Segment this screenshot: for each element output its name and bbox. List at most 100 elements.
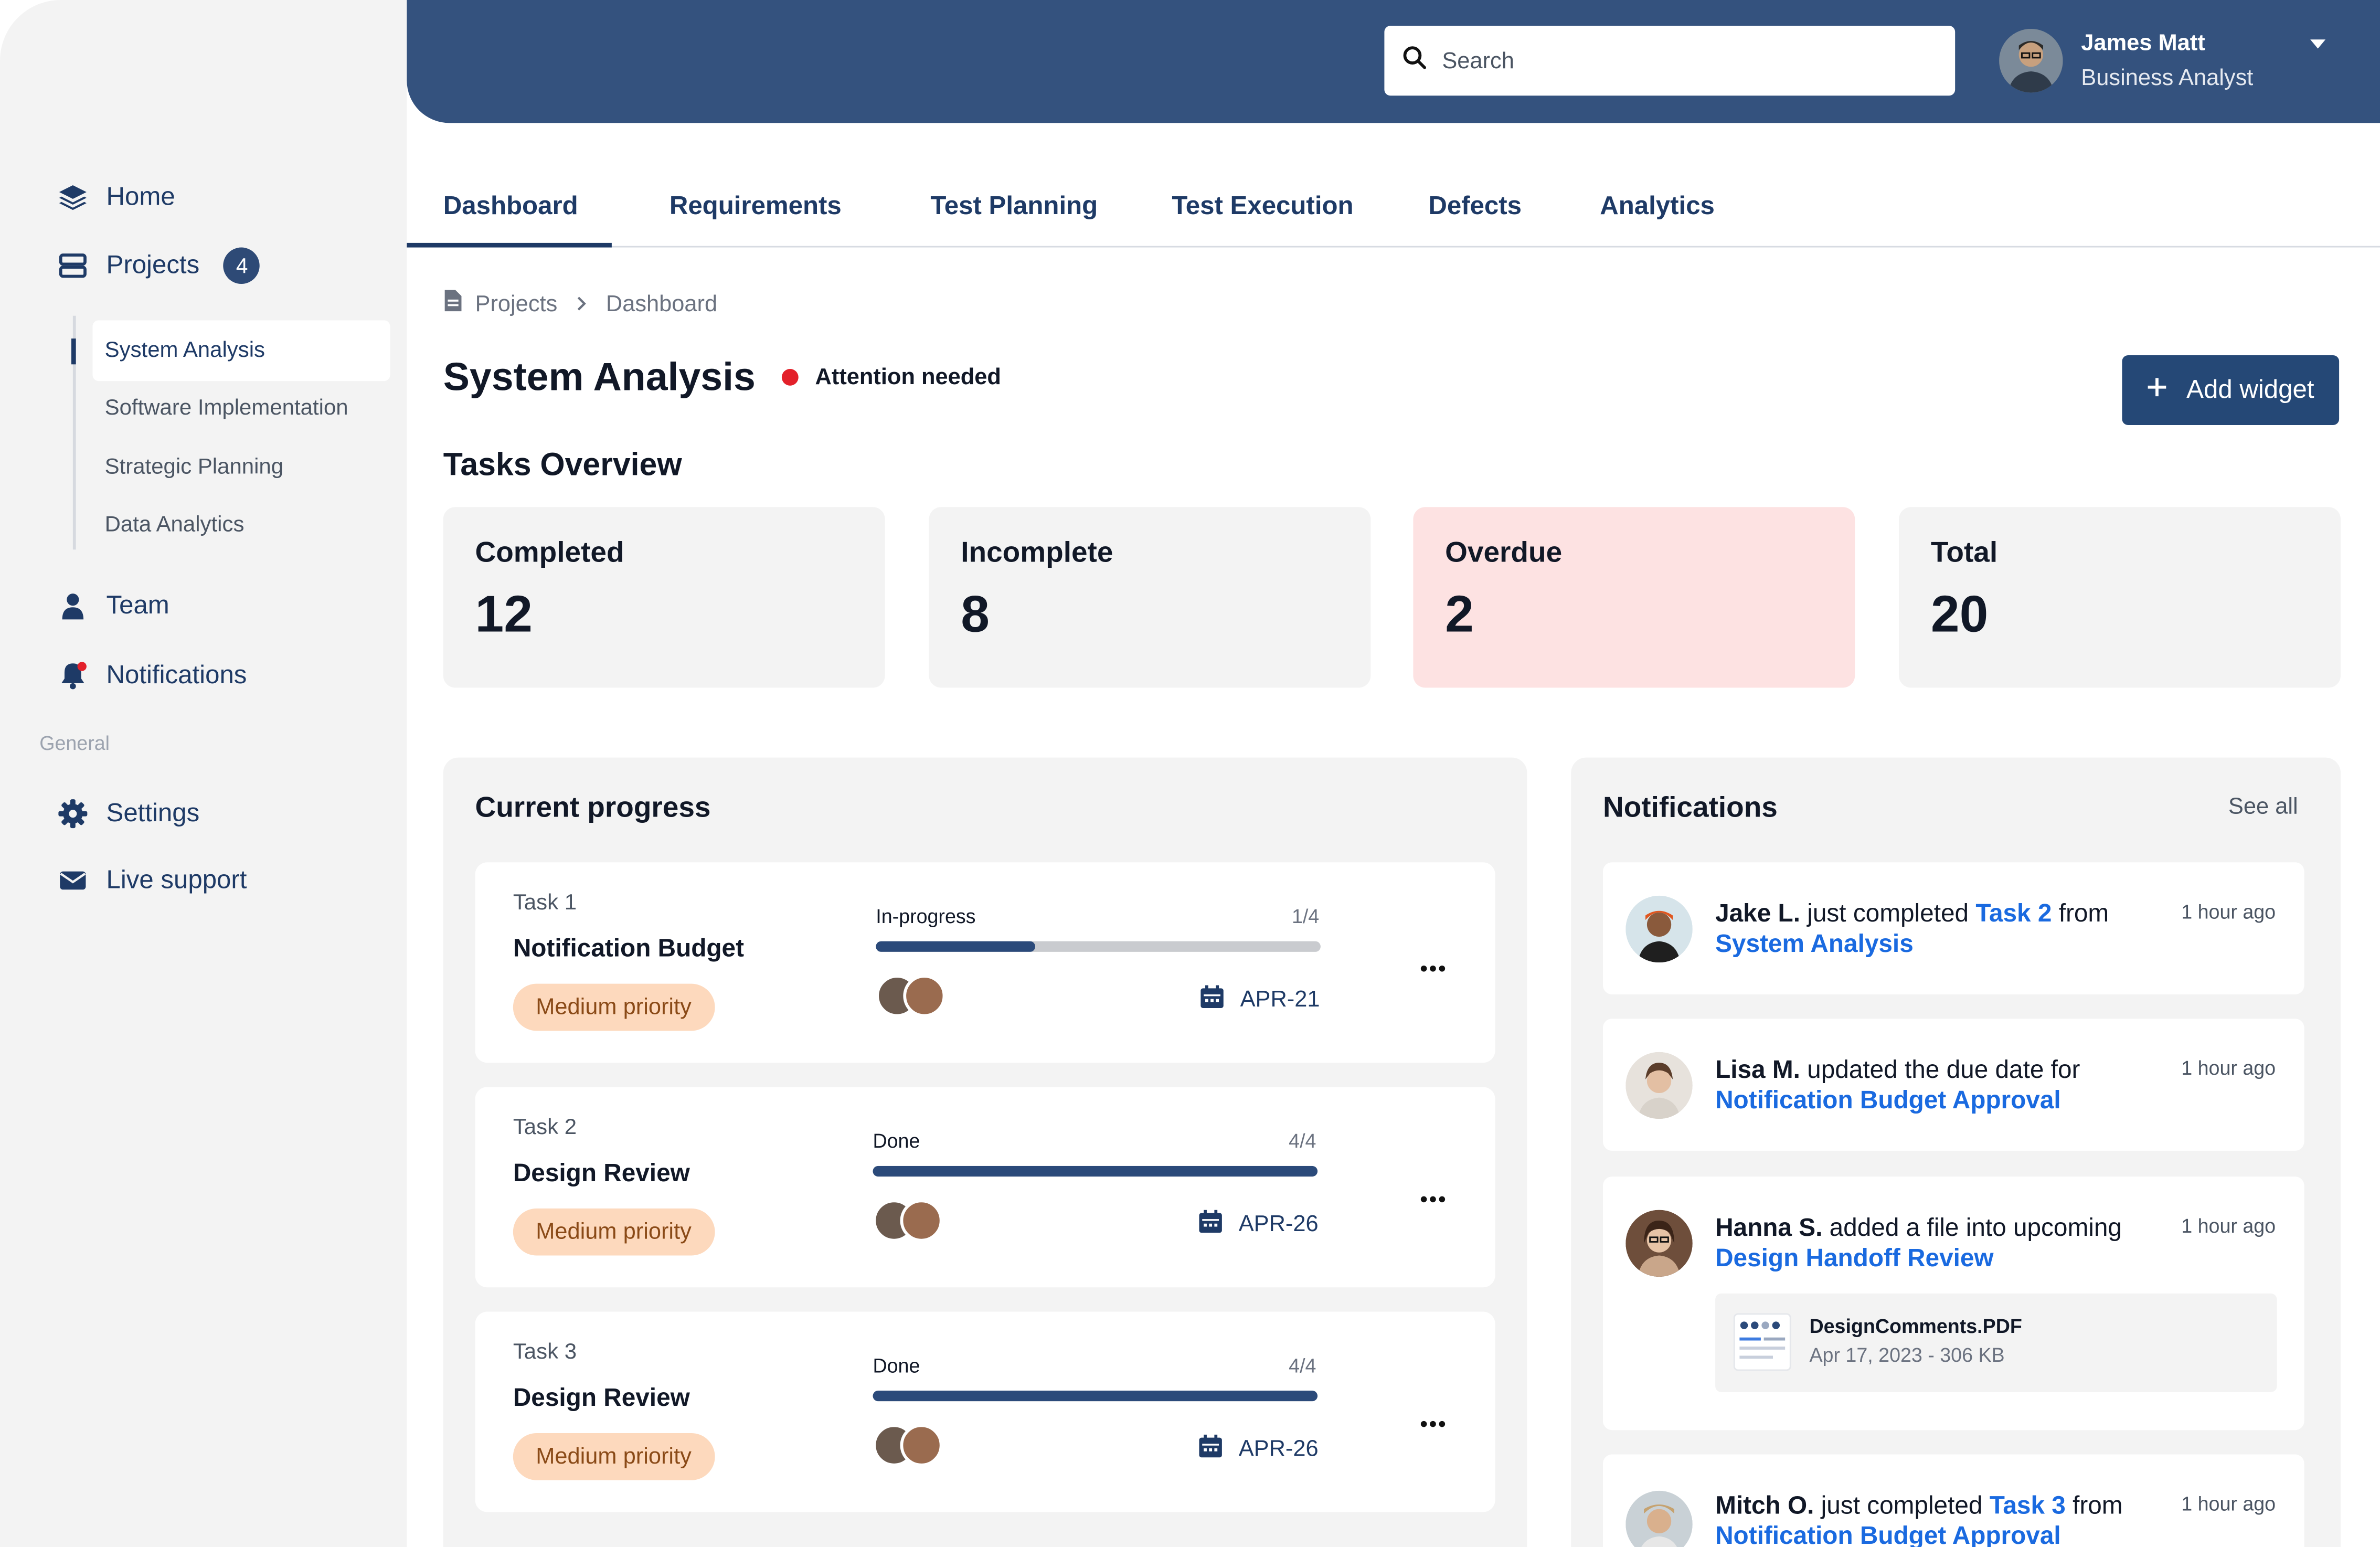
tab-requirements[interactable]: Requirements [670,192,842,222]
bell-icon [58,660,88,691]
notification-link[interactable]: Notification Budget Approval [1715,1087,2061,1114]
sidebar-section-general: General [39,732,110,755]
notification-action: just completed [1814,1492,1990,1520]
notification-text: Jake L. just completed Task 2 from Syste… [1715,899,2171,960]
tab-defects[interactable]: Defects [1428,192,1522,222]
sidebar-item-home[interactable]: Home [58,182,175,213]
sidebar-item-team[interactable]: Team [58,590,169,621]
sidebar-item-notifications[interactable]: Notifications [58,660,247,691]
add-widget-label: Add widget [2186,375,2314,404]
stat-label: Completed [475,537,624,569]
file-attachment[interactable]: DesignComments.PDF Apr 17, 2023 - 306 KB [1715,1293,2277,1392]
task-count: 4/4 [1289,1129,1316,1152]
avatar [900,1424,943,1467]
server-icon [58,250,88,281]
task-number: Task 1 [513,891,577,916]
tab-test-execution[interactable]: Test Execution [1172,192,1353,222]
task-card[interactable]: Task 1 Notification Budget Medium priori… [475,862,1495,1063]
tab-test-planning[interactable]: Test Planning [930,192,1098,222]
stat-card-total: Total 20 [1899,507,2341,688]
stat-label: Total [1930,537,1998,569]
task-count: 4/4 [1289,1354,1316,1377]
stat-label: Overdue [1445,537,1563,569]
notification-item[interactable]: Hanna S. added a file into upcoming Desi… [1603,1177,2304,1431]
sidebar-item-label: Home [106,182,175,211]
sidebar-item-live-support[interactable]: Live support [58,865,247,896]
assignee-avatars[interactable] [873,1424,945,1470]
priority-badge: Medium priority [513,1433,715,1480]
sidebar-item-label: Live support [106,865,247,894]
add-widget-button[interactable]: Add widget [2122,355,2340,426]
see-all-link[interactable]: See all [2228,794,2298,820]
subnav-item-system-analysis[interactable]: System Analysis [92,320,390,382]
notification-link[interactable]: Notification Budget Approval [1715,1523,2061,1547]
notification-time: 1 hour ago [2181,900,2276,923]
subnav-item-strategic-planning[interactable]: Strategic Planning [92,437,390,498]
tab-analytics[interactable]: Analytics [1600,192,1715,222]
notification-link[interactable]: Task 2 [1975,900,2052,928]
avatar [903,974,946,1018]
tasks-overview-title: Tasks Overview [443,448,682,483]
notification-actor: Jake L. [1715,900,1801,928]
more-options-icon[interactable] [1419,1184,1447,1203]
page-title: System Analysis [443,354,756,399]
task-count: 1/4 [1291,905,1320,928]
notification-link[interactable]: System Analysis [1715,930,1914,958]
notification-item[interactable]: Mitch O. just completed Task 3 from Noti… [1603,1454,2304,1547]
sidebar-item-projects[interactable]: Projects 4 [58,247,260,284]
user-menu-caret-icon[interactable] [2307,34,2329,55]
search-icon [1402,45,1427,77]
sidebar-item-label: Settings [106,798,200,828]
current-progress-title: Current progress [475,792,711,824]
progress-bar [876,941,1321,952]
user-avatar[interactable] [1999,28,2063,93]
subnav-item-software-implementation[interactable]: Software Implementation [92,378,390,439]
avatar [1625,1490,1693,1547]
due-date: APR-26 [1198,1433,1319,1465]
notification-action: just completed [1800,900,1976,928]
sidebar-item-settings[interactable]: Settings [58,799,199,829]
notification-time: 1 hour ago [2181,1492,2276,1516]
more-options-icon[interactable] [1419,953,1447,972]
notification-time: 1 hour ago [2181,1056,2276,1079]
task-name: Notification Budget [513,935,745,963]
task-number: Task 3 [513,1340,577,1365]
breadcrumb-projects[interactable]: Projects [475,291,558,316]
notification-item[interactable]: Jake L. just completed Task 2 from Syste… [1603,862,2304,994]
calendar-icon [1198,1209,1224,1241]
plus-icon [2147,375,2169,406]
chevron-right-icon [576,291,588,316]
progress-fill [876,941,1036,952]
envelope-icon [58,865,88,896]
notification-action: from [2052,900,2109,928]
due-date-label: APR-21 [1240,987,1320,1013]
file-name: DesignComments.PDF [1809,1315,2022,1338]
search-box[interactable] [1384,26,1956,96]
more-options-icon[interactable] [1419,1409,1447,1427]
notification-text: Hanna S. added a file into upcoming Desi… [1715,1213,2171,1274]
notifications-title: Notifications [1603,792,1778,824]
due-date: APR-21 [1199,984,1320,1016]
notification-action: added a file into upcoming [1822,1214,2122,1242]
gear-icon [58,799,88,829]
notification-link[interactable]: Task 3 [1990,1492,2066,1520]
search-input[interactable] [1442,48,1898,74]
breadcrumb: Projects Dashboard [443,289,717,319]
task-card[interactable]: Task 2 Design Review Medium priority Don… [475,1087,1495,1288]
subnav-item-data-analytics[interactable]: Data Analytics [92,495,390,556]
due-date-label: APR-26 [1238,1436,1319,1462]
notification-text: Lisa M. updated the due date for Notific… [1715,1055,2171,1116]
notification-item[interactable]: Lisa M. updated the due date for Notific… [1603,1019,2304,1151]
progress-bar [873,1390,1318,1402]
priority-badge: Medium priority [513,983,715,1031]
tab-dashboard[interactable]: Dashboard [443,192,578,222]
file-meta: Apr 17, 2023 - 306 KB [1809,1343,2005,1366]
task-name: Design Review [513,1160,690,1188]
task-card[interactable]: Task 3 Design Review Medium priority Don… [475,1311,1495,1512]
assignee-avatars[interactable] [876,974,949,1020]
notification-link[interactable]: Design Handoff Review [1715,1245,1994,1272]
notification-text: Mitch O. just completed Task 3 from Noti… [1715,1491,2171,1547]
assignee-avatars[interactable] [873,1199,945,1245]
progress-bar [873,1165,1318,1177]
status-label: Attention needed [815,364,1001,390]
